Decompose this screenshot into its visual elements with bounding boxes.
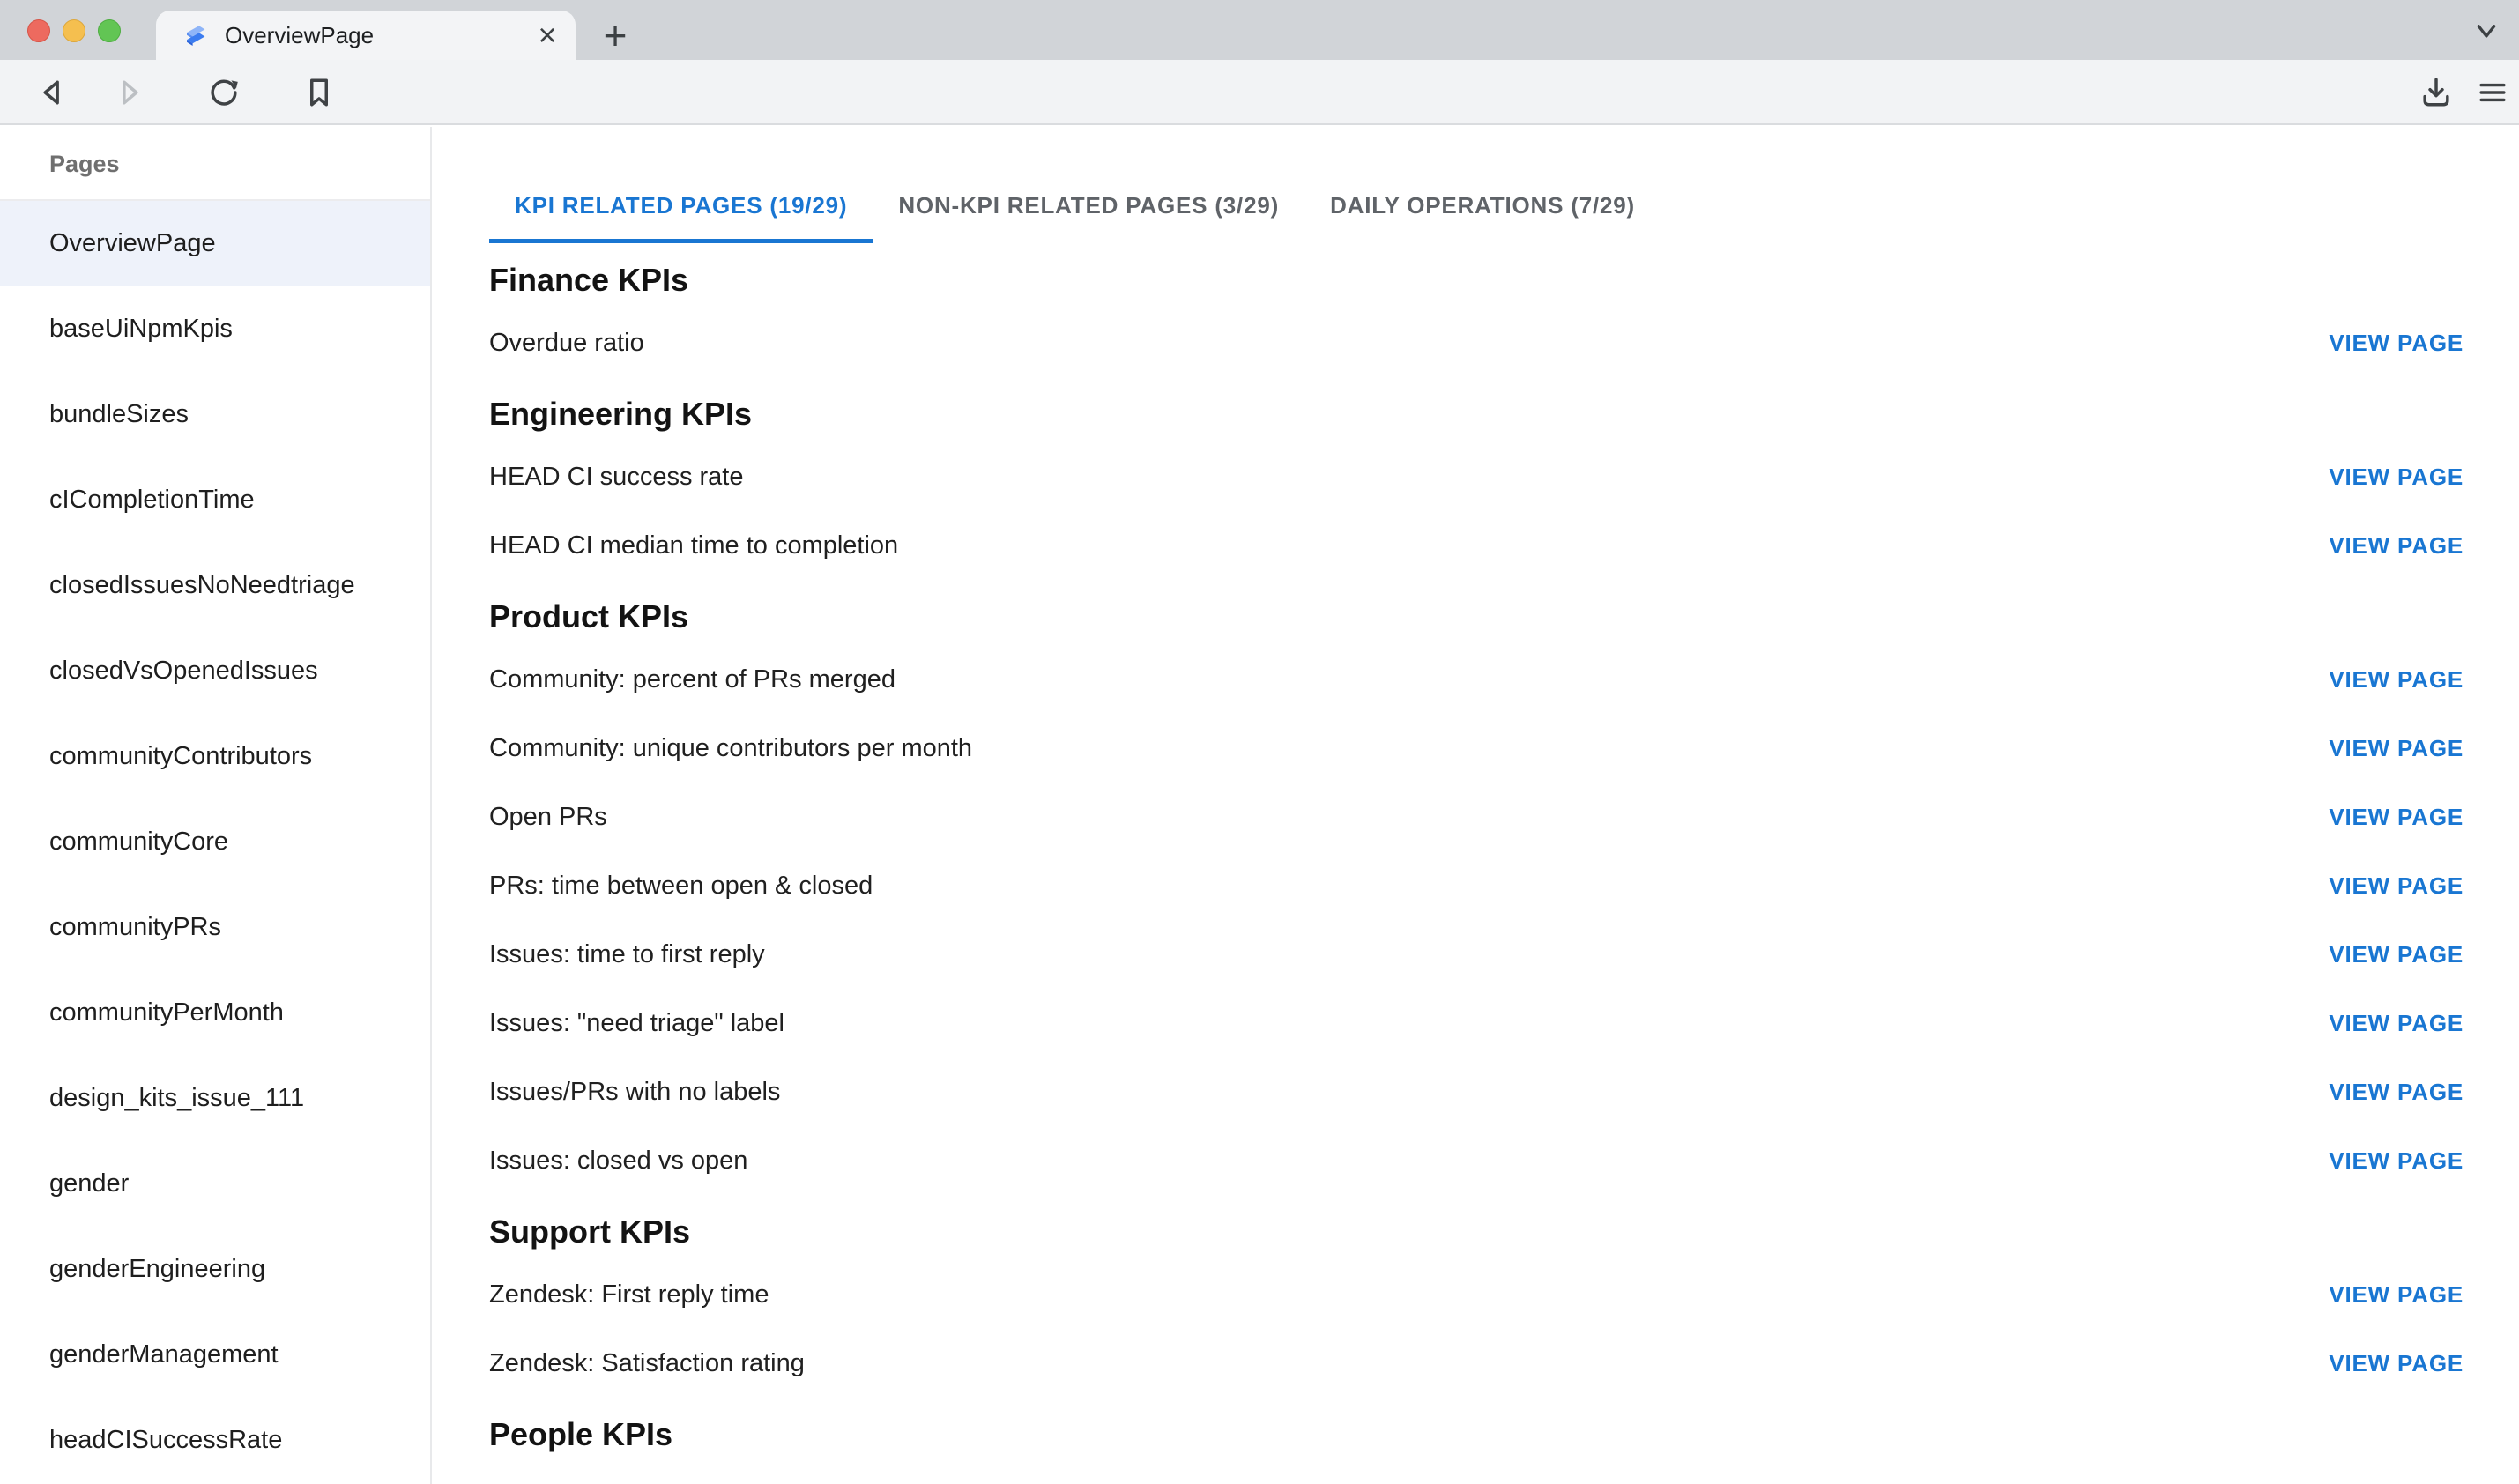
tab-non-kpi-related-pages[interactable]: NON-KPI RELATED PAGES (3/29) (873, 167, 1304, 243)
kpi-label: Community: unique contributors per month (489, 734, 972, 763)
kpi-row: Issues: time to first reply VIEW PAGE (489, 920, 2463, 989)
sidebar-item-headcisuccessrate[interactable]: headCISuccessRate (0, 1398, 430, 1483)
kpi-label: PRs: time between open & closed (489, 872, 873, 901)
view-page-link[interactable]: VIEW PAGE (2329, 330, 2463, 357)
view-page-link[interactable]: VIEW PAGE (2329, 532, 2463, 560)
tab-strip: OverviewPage × + (0, 0, 2519, 60)
kpi-label: Issues: closed vs open (489, 1146, 747, 1176)
hamburger-menu-icon (2473, 73, 2512, 112)
downloads-button[interactable] (2411, 68, 2461, 117)
kpi-label: Zendesk: First reply time (489, 1280, 769, 1310)
kpi-row: Community: unique contributors per month… (489, 714, 2463, 783)
view-page-link[interactable]: VIEW PAGE (2329, 666, 2463, 694)
pages-sidebar: Pages OverviewPage baseUiNpmKpis bundleS… (0, 127, 432, 1484)
forward-icon (109, 73, 148, 112)
section-title-people: People KPIs (489, 1415, 2463, 1454)
sidebar-item-gendermanagement[interactable]: genderManagement (0, 1312, 430, 1398)
kpi-label: HEAD CI median time to completion (489, 531, 898, 560)
kpi-label: Community: percent of PRs merged (489, 665, 895, 694)
kpi-row: Zendesk: First reply time VIEW PAGE (489, 1260, 2463, 1329)
category-tabs: KPI RELATED PAGES (19/29) NON-KPI RELATE… (489, 167, 2463, 243)
bookmark-icon (300, 73, 338, 112)
section-title-finance: Finance KPIs (489, 261, 2463, 300)
page-content: Pages OverviewPage baseUiNpmKpis bundleS… (0, 127, 2519, 1484)
browser-tab[interactable]: OverviewPage × (156, 11, 576, 60)
kpi-row: Issues/PRs with no labels VIEW PAGE (489, 1057, 2463, 1126)
sidebar-item-cicompletiontime[interactable]: cICompletionTime (0, 457, 430, 543)
sidebar-item-bundlesizes[interactable]: bundleSizes (0, 372, 430, 457)
kpi-label: HEAD CI success rate (489, 463, 743, 492)
view-page-link[interactable]: VIEW PAGE (2329, 1147, 2463, 1175)
back-button[interactable] (28, 68, 78, 117)
kpi-label: Zendesk: Satisfaction rating (489, 1349, 805, 1378)
view-page-link[interactable]: VIEW PAGE (2329, 1079, 2463, 1106)
kpi-row: PRs: time between open & closed VIEW PAG… (489, 851, 2463, 920)
browser-toolbar: tools-public.mui.com/prod/pages/Overview… (0, 60, 2519, 125)
sidebar-item-genderengineering[interactable]: genderEngineering (0, 1227, 430, 1312)
view-page-link[interactable]: VIEW PAGE (2329, 872, 2463, 900)
sidebar-item-overviewpage[interactable]: OverviewPage (0, 201, 430, 286)
window-maximize-button[interactable] (98, 19, 121, 42)
chevron-down-icon[interactable] (2473, 21, 2500, 42)
kpi-row: Open PRs VIEW PAGE (489, 783, 2463, 851)
bookmark-button[interactable] (294, 68, 344, 117)
reload-button[interactable] (199, 68, 249, 117)
tab-close-icon[interactable]: × (528, 16, 567, 55)
view-page-link[interactable]: VIEW PAGE (2329, 1010, 2463, 1037)
kpi-row: Zendesk: Satisfaction rating VIEW PAGE (489, 1329, 2463, 1398)
window-close-button[interactable] (27, 19, 50, 42)
kpi-label: Issues: time to first reply (489, 940, 765, 969)
kpi-row: Issues: closed vs open VIEW PAGE (489, 1126, 2463, 1195)
section-title-support: Support KPIs (489, 1213, 2463, 1251)
sidebar-item-communitycore[interactable]: communityCore (0, 799, 430, 885)
sidebar-header: Pages (0, 127, 430, 201)
kpi-label: Issues: "need triage" label (489, 1009, 784, 1038)
view-page-link[interactable]: VIEW PAGE (2329, 735, 2463, 762)
back-icon (33, 73, 72, 112)
reload-icon (204, 73, 243, 112)
new-tab-button[interactable]: + (592, 14, 638, 56)
menu-button[interactable] (2468, 68, 2517, 117)
sidebar-item-gender[interactable]: gender (0, 1141, 430, 1227)
tab-daily-operations[interactable]: DAILY OPERATIONS (7/29) (1304, 167, 1661, 243)
forward-button[interactable] (104, 68, 153, 117)
view-page-link[interactable]: VIEW PAGE (2329, 1350, 2463, 1377)
kpi-row: Overdue ratio VIEW PAGE (489, 308, 2463, 377)
browser-window: OverviewPage × + (0, 0, 2519, 1484)
kpi-row: HEAD CI median time to completion VIEW P… (489, 511, 2463, 580)
sidebar-item-design-kits-issue-111[interactable]: design_kits_issue_111 (0, 1056, 430, 1141)
kpi-label: Issues/PRs with no labels (489, 1078, 780, 1107)
mui-logo-icon (179, 19, 211, 51)
sidebar-item-closedvsopenedissues[interactable]: closedVsOpenedIssues (0, 628, 430, 714)
download-icon (2417, 73, 2456, 112)
kpi-row: Issues: "need triage" label VIEW PAGE (489, 989, 2463, 1057)
section-title-engineering: Engineering KPIs (489, 395, 2463, 434)
kpi-row: HEAD CI success rate VIEW PAGE (489, 442, 2463, 511)
sidebar-item-closedissuesnoneedtriage[interactable]: closedIssuesNoNeedtriage (0, 543, 430, 628)
view-page-link[interactable]: VIEW PAGE (2329, 941, 2463, 968)
kpi-label: Overdue ratio (489, 329, 644, 358)
kpi-row: Community: percent of PRs merged VIEW PA… (489, 645, 2463, 714)
window-minimize-button[interactable] (63, 19, 85, 42)
view-page-link[interactable]: VIEW PAGE (2329, 804, 2463, 831)
tab-title: OverviewPage (225, 22, 528, 49)
section-title-product: Product KPIs (489, 597, 2463, 636)
sidebar-item-communitypermonth[interactable]: communityPerMonth (0, 970, 430, 1056)
sidebar-item-communityprs[interactable]: communityPRs (0, 885, 430, 970)
kpi-sections: Finance KPIs Overdue ratio VIEW PAGE Eng… (489, 261, 2463, 1454)
kpi-label: Open PRs (489, 803, 607, 832)
sidebar-item-communitycontributors[interactable]: communityContributors (0, 714, 430, 799)
sidebar-item-baseuinpmkpis[interactable]: baseUiNpmKpis (0, 286, 430, 372)
main-panel: KPI RELATED PAGES (19/29) NON-KPI RELATE… (432, 127, 2519, 1484)
tab-kpi-related-pages[interactable]: KPI RELATED PAGES (19/29) (489, 167, 873, 243)
view-page-link[interactable]: VIEW PAGE (2329, 1281, 2463, 1309)
view-page-link[interactable]: VIEW PAGE (2329, 464, 2463, 491)
